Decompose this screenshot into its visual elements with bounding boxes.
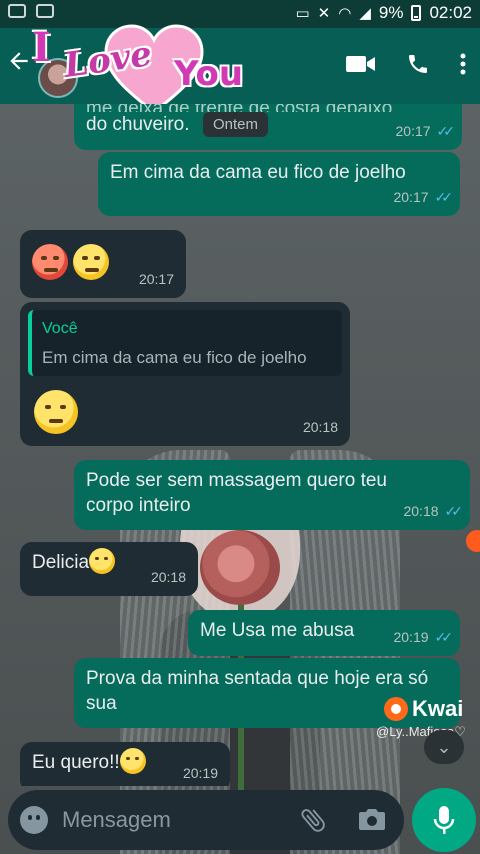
message-text: Eu quero!! — [32, 752, 120, 773]
voice-call-icon[interactable] — [406, 52, 430, 76]
message-text: Em cima da cama eu fico de joelho — [110, 162, 406, 183]
more-options-icon[interactable] — [460, 52, 466, 76]
smirk-emoji — [73, 244, 110, 280]
i-love-you-sticker: I Love You — [24, 24, 274, 114]
microphone-icon — [433, 806, 455, 834]
message-bubble-incoming[interactable]: Eu quero!! 20:19 — [20, 742, 230, 786]
message-time: 20:19 — [182, 765, 218, 781]
message-bubble-outgoing[interactable]: Pode ser sem massagem quero teu corpo in… — [74, 460, 470, 530]
read-ticks-icon: ✓✓ — [434, 189, 454, 205]
quote-text: Em cima da cama eu fico de joelho — [42, 348, 307, 367]
message-partial-text: me deixa de frente de costa debaixo — [86, 104, 450, 112]
message-time: 20:18 — [302, 419, 338, 435]
message-time: 20:18 — [150, 569, 186, 585]
kwai-watermark: Kwai — [384, 696, 463, 722]
read-ticks-icon: ✓✓ — [434, 629, 454, 645]
quoted-message[interactable]: Você Em cima da cama eu fico de joelho — [28, 310, 342, 376]
message-bubble-incoming[interactable]: 20:17 — [20, 230, 186, 298]
attach-icon[interactable] — [298, 804, 328, 841]
status-bar: ▭ ✕ ◠ ◢ 9% 02:02 — [0, 0, 480, 28]
sticker-you-text: You — [174, 54, 244, 94]
read-ticks-icon: ✓✓ — [444, 503, 464, 519]
battery-icon — [411, 5, 422, 21]
message-composer — [8, 790, 404, 850]
message-bubble-outgoing[interactable]: Em cima da cama eu fico de joelho 20:17 ✓… — [98, 152, 460, 216]
emoji-icon[interactable] — [20, 806, 48, 834]
scroll-down-button[interactable]: ⌄ — [424, 730, 464, 764]
wifi-icon: ◠ — [338, 5, 352, 22]
message-bubble-outgoing[interactable]: Me Usa me abusa 20:19 ✓✓ — [188, 610, 460, 656]
kwai-logo-icon — [384, 697, 408, 721]
message-bubble-incoming-reply[interactable]: Você Em cima da cama eu fico de joelho 2… — [20, 302, 350, 446]
voice-message-button[interactable] — [412, 788, 476, 852]
drooling-face-emoji — [34, 390, 78, 434]
battery-percent: 9% — [378, 3, 404, 22]
message-text: Pode ser sem massagem quero teu corpo in… — [86, 470, 387, 516]
mute-icon: ✕ — [317, 5, 331, 22]
date-chip: Ontem — [203, 112, 269, 137]
message-time: 20:17 — [393, 189, 429, 205]
video-call-icon[interactable] — [346, 54, 376, 74]
message-text: Delicia — [32, 552, 90, 573]
kwai-brand: Kwai — [412, 696, 464, 721]
chat-header: I Love You — [0, 24, 480, 114]
drooling-face-emoji — [119, 747, 146, 774]
message-time: 20:18 — [403, 503, 439, 519]
message-time: 20:17 — [138, 271, 174, 287]
camera-icon[interactable] — [358, 806, 386, 837]
voicemail-icon — [36, 4, 54, 18]
smirk-emoji — [89, 547, 116, 574]
clock: 02:02 — [429, 3, 472, 22]
signal-icon: ◢ — [359, 5, 371, 22]
hot-face-emoji — [32, 244, 68, 280]
message-list[interactable]: me deixa de frente de costa debaixo do c… — [0, 104, 480, 786]
quote-author: Você — [42, 320, 78, 337]
read-ticks-icon: ✓✓ — [436, 123, 456, 139]
message-time: 20:19 — [393, 629, 429, 645]
message-bubble-incoming[interactable]: Delicia 20:18 — [20, 542, 198, 596]
chevron-down-icon: ⌄ — [436, 737, 452, 757]
message-input[interactable] — [62, 802, 292, 838]
message-time: 20:17 — [395, 123, 431, 139]
cast-icon: ▭ — [295, 5, 310, 22]
sticker-letter: I — [32, 24, 51, 71]
notification-icon — [8, 4, 26, 18]
